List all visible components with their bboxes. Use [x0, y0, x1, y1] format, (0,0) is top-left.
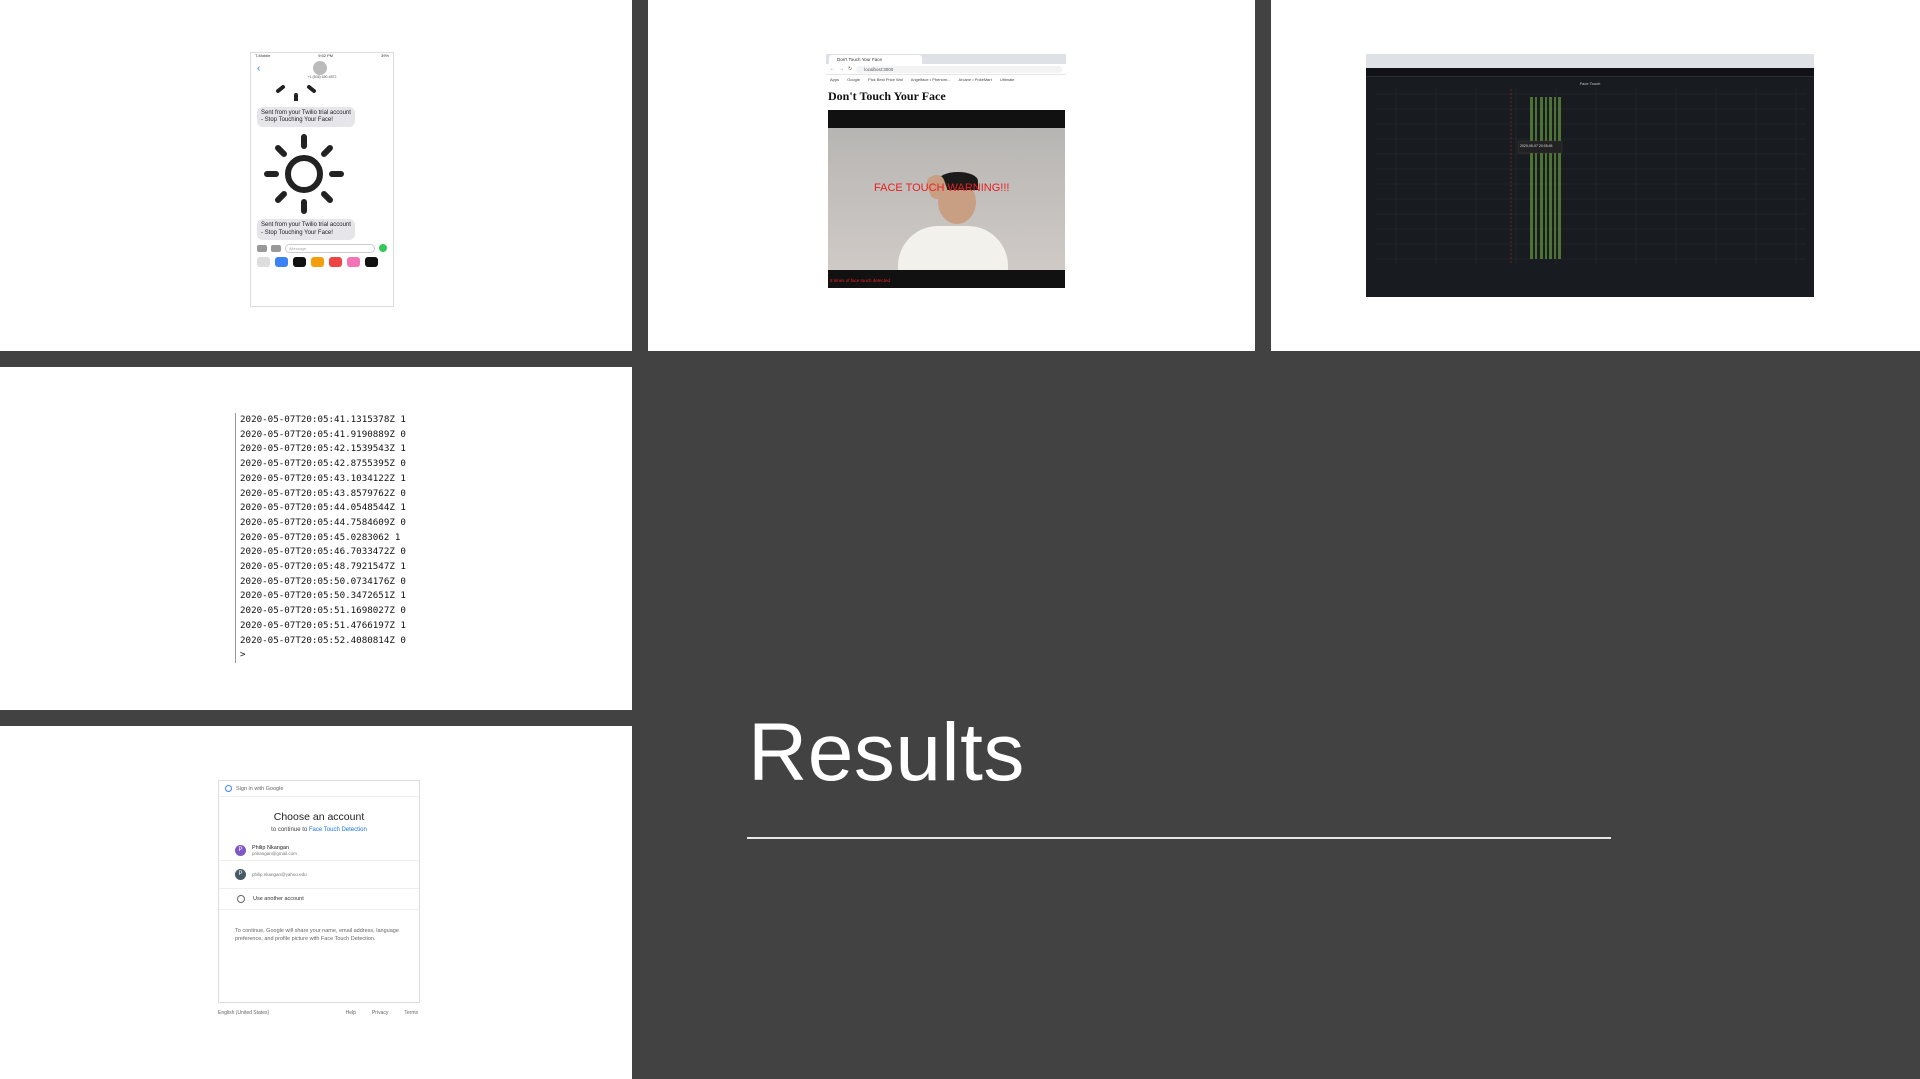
log-line: 2020-05-07T20:05:44.7584609Z 0 [240, 516, 406, 528]
slide-title: Results [748, 707, 1025, 798]
subtitle-prefix: to continue to [271, 827, 309, 833]
sun-image-partial [251, 79, 393, 107]
bookmark-item[interactable]: Angelface • Phenom... [911, 77, 951, 82]
panel-phone-screenshot: T-Mobile 9:52 PM 39% ‹ +1 (605) 690-4872… [0, 0, 632, 351]
face-touch-warning: FACE TOUCH WARNING!!! [874, 182, 1010, 194]
log-line: 2020-05-07T20:05:50.3472651Z 1 [240, 590, 406, 602]
forward-arrow-icon[interactable]: → [839, 66, 844, 72]
log-output: 2020-05-07T20:05:41.1315378Z 1 2020-05-0… [235, 413, 406, 663]
user-add-icon [237, 895, 245, 903]
browser-window: Don't Touch Your Face ← → ↻ localhost:30… [826, 54, 1066, 296]
log-line: 2020-05-07T20:05:44.0548544Z 1 [240, 502, 406, 514]
page-heading: Don't Touch Your Face [828, 89, 946, 103]
account-row[interactable]: P philip.nkangan@yahoo.edu [219, 861, 419, 889]
search-app-icon[interactable] [329, 256, 342, 267]
back-chevron-icon[interactable]: ‹ [257, 63, 260, 74]
signin-card: Sign in with Google Choose an account to… [218, 780, 420, 1003]
url-input[interactable]: localhost:3000 [856, 65, 1062, 73]
applepay-app-icon[interactable] [293, 256, 306, 267]
signin-footer: English (United States) Help Privacy Ter… [218, 1010, 418, 1016]
account-email: philip.nkangan@yahoo.edu [252, 872, 307, 877]
message-bubble: Sent from your Twilio trial account - St… [257, 219, 355, 240]
bookmark-item[interactable]: Ultimate [1000, 77, 1015, 82]
log-line: 2020-05-07T20:05:41.9190889Z 0 [240, 428, 406, 440]
bookmark-item[interactable]: Pick Best Price Wal [868, 77, 903, 82]
log-line: 2020-05-07T20:05:48.7921547Z 1 [240, 561, 406, 573]
reload-icon[interactable]: ↻ [848, 66, 852, 72]
language-select[interactable]: English (United States) [218, 1010, 269, 1016]
bookmarks-bar: Apps Google Pick Best Price Wal Angelfac… [826, 75, 1066, 83]
signin-title: Choose an account [273, 811, 365, 823]
log-line: 2020-05-07T20:05:51.4766197Z 1 [240, 619, 406, 631]
app-tray [251, 256, 393, 267]
log-line: 2020-05-07T20:05:52.4080814Z 0 [240, 634, 406, 646]
use-another-label: Use another account [253, 896, 304, 902]
browser-tab[interactable]: Don't Touch Your Face [829, 55, 922, 64]
appstore-app-icon[interactable] [275, 256, 288, 267]
avatar: P [235, 869, 246, 880]
photos-app-icon[interactable] [257, 256, 270, 267]
log-line: 2020-05-07T20:05:43.8579762Z 0 [240, 487, 406, 499]
memoji-app-icon[interactable] [311, 256, 324, 267]
log-line: 2020-05-07T20:05:46.7033472Z 0 [240, 546, 406, 558]
address-bar-row: ← → ↻ localhost:3000 [826, 64, 1066, 75]
bookmark-item[interactable]: Apps [830, 77, 839, 82]
battery-label: 39% [380, 53, 389, 58]
signin-header: Sign in with Google [236, 785, 284, 792]
chart-tooltip: 2020-05-07 20:05:45 [1520, 144, 1553, 148]
log-line: 2020-05-07T20:05:51.1698027Z 0 [240, 605, 406, 617]
log-line: 2020-05-07T20:05:42.1539543Z 1 [240, 443, 406, 455]
phone-status-bar: T-Mobile 9:52 PM 39% [251, 53, 393, 61]
terms-link[interactable]: Terms [404, 1010, 418, 1016]
message-bubble: Sent from your Twilio trial account - St… [257, 107, 355, 128]
log-line: 2020-05-07T20:05:42.8755395Z 0 [240, 458, 406, 470]
google-logo-icon [225, 785, 232, 792]
app-name-link[interactable]: Face Touch Detection [309, 827, 367, 833]
log-prompt[interactable]: > [240, 648, 406, 663]
panel-signin-screenshot: Sign in with Google Choose an account to… [0, 726, 632, 1079]
back-arrow-icon[interactable]: ← [830, 66, 835, 72]
panel-browser-screenshot: Don't Touch Your Face ← → ↻ localhost:30… [648, 0, 1255, 351]
sun-icon [264, 134, 344, 215]
bookmark-item[interactable]: Google [847, 77, 860, 82]
face-touch-chart [1376, 89, 1806, 264]
music-app-icon[interactable] [347, 256, 360, 267]
log-line: 2020-05-07T20:05:45.0283062 1 [240, 531, 401, 543]
help-link[interactable]: Help [346, 1010, 356, 1016]
account-email: pnkangan@gmail.com [252, 851, 297, 856]
bookmark-item[interactable]: Arcane • PokeMart [958, 77, 991, 82]
heart-app-icon[interactable] [365, 256, 378, 267]
dashboard-toolbar [1366, 68, 1814, 77]
log-line: 2020-05-07T20:05:41.1315378Z 1 [240, 414, 406, 425]
panel-dashboard-screenshot: Face Touch 2020-05-07 20:05:45 [1271, 0, 1920, 351]
appstore-icon[interactable] [271, 244, 281, 252]
signin-disclaimer: To continue, Google will share your name… [235, 928, 399, 942]
dashboard-window: Face Touch 2020-05-07 20:05:45 [1366, 54, 1814, 297]
log-line: 2020-05-07T20:05:43.1034122Z 1 [240, 472, 406, 484]
use-another-account-row[interactable]: Use another account [219, 889, 419, 910]
webcam-feed: FACE TOUCH WARNING!!! 8 times of face to… [828, 110, 1065, 288]
detection-caption: 8 times of face touch detected [830, 278, 891, 283]
log-line: 2020-05-07T20:05:50.0734176Z 0 [240, 575, 406, 587]
send-icon[interactable] [379, 244, 387, 253]
privacy-link[interactable]: Privacy [372, 1010, 388, 1016]
camera-icon[interactable] [257, 244, 267, 252]
phone-screen: T-Mobile 9:52 PM 39% ‹ +1 (605) 690-4872… [250, 52, 394, 307]
dashboard-browser-chrome [1366, 54, 1814, 68]
sun-icon [276, 85, 316, 101]
message-input[interactable]: iMessage [285, 243, 375, 253]
avatar: P [235, 845, 246, 856]
title-underline [747, 837, 1611, 839]
carrier-label: T-Mobile [255, 53, 271, 58]
account-row[interactable]: P Philip Nkangan pnkangan@gmail.com [219, 833, 419, 861]
sun-image [251, 127, 393, 219]
panel-log-screenshot: 2020-05-07T20:05:41.1315378Z 1 2020-05-0… [0, 367, 632, 710]
time-label: 9:52 PM [318, 53, 334, 58]
